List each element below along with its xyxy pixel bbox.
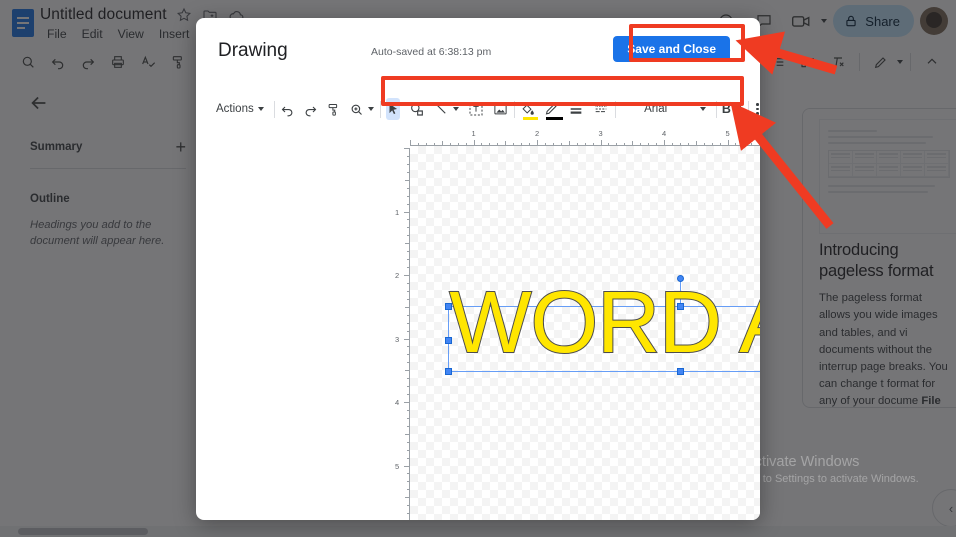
wordart-text[interactable]: WORD ART xyxy=(448,278,760,367)
resize-handle-top-center[interactable] xyxy=(677,303,684,310)
more-options-icon[interactable] xyxy=(755,98,760,120)
annotation-rect-save-button xyxy=(629,24,745,62)
resize-handle-bottom-center[interactable] xyxy=(677,368,684,375)
ruler-label: 4 xyxy=(662,129,667,138)
watermark-title: Activate Windows xyxy=(745,454,860,470)
chevron-down-icon xyxy=(257,107,264,111)
annotation-rect-toolbar xyxy=(381,76,744,106)
ruler-label: 1 xyxy=(395,207,400,217)
autosave-status: Auto-saved at 6:38:13 pm xyxy=(371,46,492,58)
ruler-label: 5 xyxy=(395,461,400,471)
horizontal-ruler: 12345678 xyxy=(410,129,760,146)
ruler-label: 5 xyxy=(725,129,730,138)
line-chevron-down-icon[interactable] xyxy=(453,107,460,111)
actions-menu-button[interactable]: Actions xyxy=(212,101,268,117)
drawing-title: Drawing xyxy=(218,40,288,61)
ruler-label: 1 xyxy=(471,129,476,138)
paint-format-icon[interactable] xyxy=(326,98,341,120)
redo-icon[interactable] xyxy=(303,98,318,120)
line-color-swatch xyxy=(546,116,564,120)
zoom-chevron-down-icon[interactable] xyxy=(367,107,374,111)
resize-handle-middle-left[interactable] xyxy=(445,337,452,344)
font-chevron-down-icon xyxy=(699,107,706,111)
ruler-label: 3 xyxy=(598,129,603,138)
wordart-selection-box[interactable]: WORD ART xyxy=(445,275,760,375)
ruler-label: 2 xyxy=(535,129,540,138)
watermark-subtitle: Go to Settings to activate Windows. xyxy=(745,473,919,485)
ruler-label: 2 xyxy=(395,271,400,280)
fill-color-swatch xyxy=(523,116,539,120)
kebab-dots xyxy=(756,103,759,115)
actions-label: Actions xyxy=(216,103,254,115)
undo-icon[interactable] xyxy=(280,98,295,120)
windows-activation-watermark: Activate Windows Go to Settings to activ… xyxy=(745,454,919,485)
drawing-canvas[interactable]: WORD ART xyxy=(410,146,760,520)
vertical-ruler: 123456 xyxy=(394,148,410,520)
resize-handle-bottom-left[interactable] xyxy=(445,368,452,375)
wordart-object[interactable]: WORD ART xyxy=(445,275,760,375)
zoom-icon[interactable] xyxy=(349,98,364,120)
ruler-label: 4 xyxy=(395,398,400,407)
ruler-label: 3 xyxy=(395,334,400,344)
resize-handle-top-left[interactable] xyxy=(445,303,452,310)
